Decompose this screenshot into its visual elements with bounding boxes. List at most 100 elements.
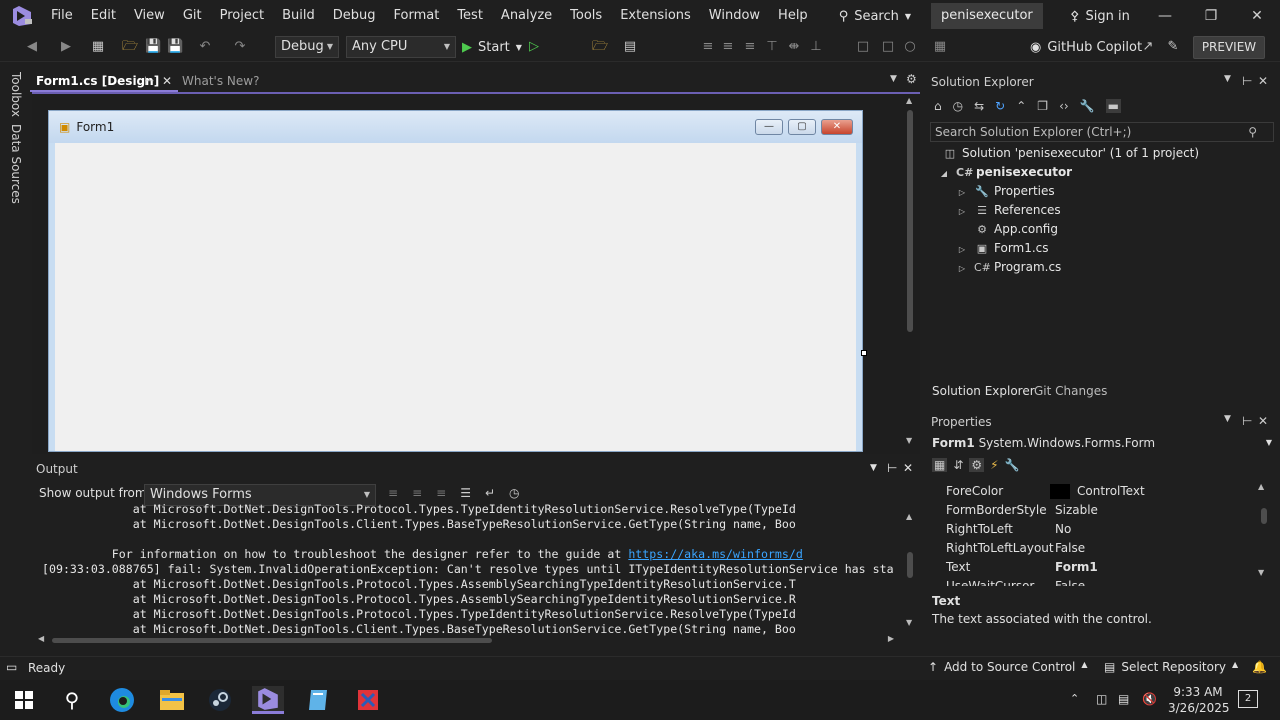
tree-item[interactable]: ⚙ App.config	[954, 220, 1058, 239]
github-copilot-button[interactable]: ◉ GitHub Copilot	[1030, 36, 1142, 58]
save-all-icon[interactable]: 💾	[167, 39, 183, 55]
property-row[interactable]: UseWaitCursor False	[940, 577, 1262, 586]
clear-all-icon[interactable]: ☰	[460, 486, 471, 500]
same-size-icon[interactable]: □	[855, 39, 871, 55]
clock[interactable]: 9:33 AM 3/26/2025	[1168, 684, 1230, 716]
collapsed-chevron-icon[interactable]: ▷	[954, 183, 970, 202]
properties-wrench-icon[interactable]: 🔧	[1080, 99, 1095, 113]
property-row[interactable]: FormBorderStyle Sizable	[940, 501, 1262, 520]
menu-item[interactable]: Tools	[561, 0, 611, 32]
open-folder-icon[interactable]: 🗁	[122, 39, 138, 55]
same-width-icon[interactable]: □	[880, 39, 896, 55]
share-icon[interactable]: ↗	[1140, 39, 1156, 55]
feedback-icon[interactable]: ✎	[1165, 39, 1181, 55]
preview-selected-icon[interactable]: ▬	[1105, 99, 1121, 113]
tab-list-chevron-icon[interactable]: ▼	[890, 74, 897, 84]
search-menu[interactable]: ⚲ Search ▼	[829, 9, 921, 24]
panel-menu-chevron-icon[interactable]: ▼	[1224, 414, 1231, 424]
close-icon[interactable]: ✕	[1258, 414, 1268, 428]
settings-gear-icon[interactable]: ⚙	[906, 72, 917, 86]
property-row[interactable]: RightToLeft No	[940, 520, 1262, 539]
alphabetical-icon[interactable]: ⇵	[953, 458, 963, 472]
align-middle-icon[interactable]: ⇼	[786, 39, 802, 55]
app-icon[interactable]	[302, 686, 334, 714]
menu-item[interactable]: Edit	[82, 0, 125, 32]
menu-item[interactable]: Help	[769, 0, 817, 32]
property-value[interactable]: False	[1055, 539, 1085, 558]
collapse-all-icon[interactable]: ⌃	[1016, 99, 1026, 113]
solution-explorer-search-input[interactable]: Search Solution Explorer (Ctrl+;) ⚲	[930, 122, 1274, 142]
timestamp-clock-icon[interactable]: ◷	[509, 486, 519, 500]
align-center-icon[interactable]: ≡	[720, 39, 736, 55]
property-pages-wrench-icon[interactable]: 🔧	[1005, 458, 1020, 472]
menu-item[interactable]: Debug	[324, 0, 385, 32]
start-debugging-button[interactable]: ▶ Start ▼	[462, 36, 522, 58]
property-value[interactable]: False	[1055, 577, 1085, 586]
close-icon[interactable]: ✕	[1258, 74, 1268, 88]
find-message-icon[interactable]: ≡	[436, 486, 446, 500]
data-sources-tab[interactable]: Data Sources	[9, 124, 23, 204]
home-icon[interactable]: ⌂	[934, 99, 942, 113]
collapsed-chevron-icon[interactable]: ▷	[954, 240, 970, 259]
undo-icon[interactable]: ↶	[197, 39, 213, 55]
next-message-icon[interactable]: ≡	[412, 486, 422, 500]
history-icon[interactable]: ◷	[953, 99, 963, 113]
preview-button[interactable]: PREVIEW	[1193, 36, 1265, 59]
menu-item[interactable]: Window	[700, 0, 769, 32]
collapsed-chevron-icon[interactable]: ▷	[954, 202, 970, 221]
same-height-icon[interactable]: ○	[902, 39, 918, 55]
troubleshoot-guide-link[interactable]: https://aka.ms/winforms/d	[628, 547, 803, 561]
spacing-icon[interactable]: ▦	[932, 39, 948, 55]
expanded-chevron-icon[interactable]: ◢	[936, 164, 952, 183]
designer-vertical-scrollbar[interactable]: ▲ ▼	[904, 96, 916, 448]
menu-item[interactable]: Test	[448, 0, 492, 32]
tree-solution-node[interactable]: ◫ Solution 'penisexecutor' (1 of 1 projec…	[942, 144, 1199, 163]
property-grid-scrollbar[interactable]: ▲ ▼	[1258, 482, 1270, 582]
search-icon[interactable]: ⚲	[56, 686, 88, 714]
menu-item[interactable]: Format	[385, 0, 449, 32]
show-all-files-icon[interactable]: ❐	[1037, 99, 1048, 113]
save-icon[interactable]: 💾	[145, 39, 161, 55]
sync-icon[interactable]: ⇆	[974, 99, 984, 113]
property-row[interactable]: RightToLeftLayout False	[940, 539, 1262, 558]
object-selector[interactable]: Form1 System.Windows.Forms.Form ▼	[932, 434, 1276, 452]
menu-item[interactable]: Extensions	[611, 0, 700, 32]
menu-item[interactable]: Build	[273, 0, 324, 32]
pin-icon[interactable]: ⊢	[1242, 74, 1252, 88]
tab-solution-explorer[interactable]: Solution Explorer	[932, 384, 1035, 398]
notifications-bell-icon[interactable]: 🔔	[1252, 660, 1267, 674]
menu-item[interactable]: Project	[211, 0, 273, 32]
align-top-icon[interactable]: ⊤	[764, 39, 780, 55]
menu-item[interactable]: Git	[174, 0, 211, 32]
collapsed-chevron-icon[interactable]: ▷	[954, 259, 970, 278]
form1-window[interactable]: ▣ Form1 — ▢ ✕	[48, 110, 863, 452]
categorized-icon[interactable]: ▦	[932, 458, 948, 472]
notification-center-icon[interactable]: 2	[1238, 690, 1258, 708]
align-bottom-icon[interactable]: ⊥	[808, 39, 824, 55]
tab-git-changes[interactable]: Git Changes	[1034, 384, 1107, 398]
back-icon[interactable]: ◀	[24, 39, 40, 55]
property-value[interactable]: Form1	[1055, 558, 1098, 577]
pin-icon[interactable]: ⊢	[144, 70, 154, 92]
close-icon[interactable]: ✕	[903, 461, 913, 475]
network-icon[interactable]: ▤	[1118, 692, 1129, 706]
start-without-debugging-icon[interactable]: ▷	[526, 39, 542, 55]
align-left-icon[interactable]: ≡	[700, 39, 716, 55]
restore-button[interactable]: ❐	[1188, 0, 1234, 32]
close-button[interactable]: ✕	[1234, 0, 1280, 32]
menu-item[interactable]: File	[42, 0, 82, 32]
output-vertical-scrollbar[interactable]: ▲ ▼	[904, 512, 916, 632]
edge-browser-icon[interactable]	[106, 686, 138, 714]
property-value[interactable]: No	[1055, 520, 1071, 539]
platform-select[interactable]: Any CPU ▼	[346, 36, 456, 58]
tree-project-node[interactable]: ◢ C# penisexecutor	[936, 163, 1072, 182]
search-icon[interactable]: ⚲	[1248, 123, 1257, 141]
code-view-icon[interactable]: ‹›	[1059, 99, 1069, 113]
property-row[interactable]: Text Form1	[940, 558, 1262, 577]
resize-handle[interactable]	[861, 350, 867, 356]
layout-icon[interactable]: ▤	[622, 39, 638, 55]
panel-menu-chevron-icon[interactable]: ▼	[870, 463, 877, 473]
properties-view-icon[interactable]: ⚙	[969, 458, 985, 472]
show-hidden-icons-chevron-icon[interactable]: ⌃	[1070, 692, 1079, 705]
events-lightning-icon[interactable]: ⚡	[990, 458, 998, 472]
